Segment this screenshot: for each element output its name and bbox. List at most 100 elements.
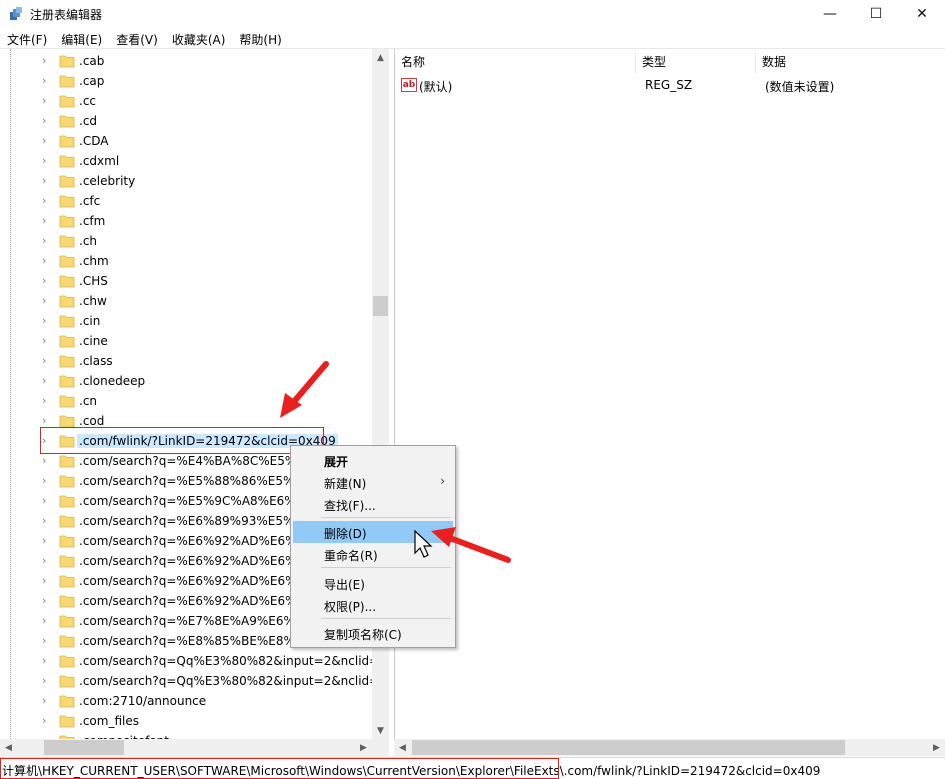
tree-item[interactable]: › .cfm (0, 211, 372, 231)
tree-item-label: .com/search?q=%E7%8E%A9%E6%E (79, 614, 303, 628)
scroll-right-arrow-icon[interactable]: ▶ (928, 739, 945, 756)
expand-chevron-icon[interactable]: › (42, 695, 52, 707)
column-header-data[interactable]: 数据 (755, 53, 945, 73)
expand-chevron-icon[interactable]: › (42, 215, 52, 227)
tree-item-label: .class (79, 354, 113, 368)
tree-vertical-scroll-thumb[interactable] (373, 296, 388, 316)
tree-item[interactable]: › .cin (0, 311, 372, 331)
column-header-name[interactable]: 名称 (395, 53, 635, 73)
expand-chevron-icon[interactable]: › (42, 615, 52, 627)
expand-chevron-icon[interactable]: › (42, 715, 52, 727)
menu-file[interactable]: 文件(F) (0, 29, 54, 49)
expand-chevron-icon[interactable]: › (42, 315, 52, 327)
tree-item-label: .com/search?q=%E6%89%93%E5%E (79, 514, 302, 528)
expand-chevron-icon[interactable]: › (42, 275, 52, 287)
minimize-button[interactable]: — (807, 0, 853, 28)
menu-edit[interactable]: 编辑(E) (54, 29, 109, 49)
expand-chevron-icon[interactable]: › (42, 415, 52, 427)
scroll-up-arrow-icon[interactable]: ▲ (372, 49, 389, 66)
expand-chevron-icon[interactable]: › (42, 355, 52, 367)
expand-chevron-icon[interactable]: › (42, 655, 52, 667)
folder-icon (59, 255, 75, 268)
tree-item[interactable]: › .cab (0, 51, 372, 71)
expand-chevron-icon[interactable]: › (42, 375, 52, 387)
expand-chevron-icon[interactable]: › (42, 475, 52, 487)
expand-chevron-icon[interactable]: › (42, 295, 52, 307)
maximize-button[interactable]: ☐ (853, 0, 899, 28)
folder-icon (59, 95, 75, 108)
folder-icon (59, 275, 75, 288)
expand-chevron-icon[interactable]: › (42, 635, 52, 647)
menu-view[interactable]: 查看(V) (109, 29, 165, 49)
tree-item[interactable]: › .class (0, 351, 372, 371)
expand-chevron-icon[interactable]: › (42, 195, 52, 207)
tree-item[interactable]: › .chw (0, 291, 372, 311)
tree-item[interactable]: › .cc (0, 91, 372, 111)
tree-item[interactable]: › .CDA (0, 131, 372, 151)
expand-chevron-icon[interactable]: › (42, 515, 52, 527)
scroll-left-arrow-icon[interactable]: ◀ (0, 739, 17, 756)
values-horizontal-scroll-thumb[interactable] (412, 740, 845, 755)
expand-chevron-icon[interactable]: › (42, 555, 52, 567)
value-row[interactable]: ab (默认) REG_SZ (数值未设置) (395, 76, 945, 96)
ctx-permissions[interactable]: 权限(P)... (293, 594, 453, 616)
expand-chevron-icon[interactable]: › (42, 395, 52, 407)
tree-item[interactable]: › .cdxml (0, 151, 372, 171)
scroll-left-arrow-icon[interactable]: ◀ (394, 739, 411, 756)
expand-chevron-icon[interactable]: › (42, 255, 52, 267)
folder-icon (59, 575, 75, 588)
tree-item[interactable]: › .com_files (0, 711, 372, 731)
tree-item[interactable]: › .chm (0, 251, 372, 271)
expand-chevron-icon[interactable]: › (42, 575, 52, 587)
tree-item[interactable]: › .celebrity (0, 171, 372, 191)
column-header-type[interactable]: 类型 (635, 53, 755, 73)
expand-chevron-icon[interactable]: › (42, 535, 52, 547)
ctx-new[interactable]: 新建(N) › (293, 471, 453, 493)
expand-chevron-icon[interactable]: › (42, 55, 52, 67)
expand-chevron-icon[interactable]: › (42, 455, 52, 467)
expand-chevron-icon[interactable]: › (42, 155, 52, 167)
tree-horizontal-scrollbar[interactable]: ◀ ▶ (0, 739, 372, 756)
expand-chevron-icon[interactable]: › (42, 335, 52, 347)
tree-item-label: .com/search?q=%E6%92%AD%E6% (79, 574, 297, 588)
expand-chevron-icon[interactable]: › (42, 75, 52, 87)
expand-chevron-icon[interactable]: › (42, 135, 52, 147)
tree-item-label: .cn (79, 394, 98, 408)
tree-item[interactable]: › .com:2710/announce (0, 691, 372, 711)
tree-item[interactable]: › .CHS (0, 271, 372, 291)
ctx-find[interactable]: 查找(F)... (293, 493, 453, 515)
tree-item[interactable]: › .cd (0, 111, 372, 131)
scroll-down-arrow-icon[interactable]: ▼ (372, 722, 389, 739)
tree-item[interactable]: › .cn (0, 391, 372, 411)
menu-help[interactable]: 帮助(H) (232, 29, 288, 49)
tree-item[interactable]: › .ch (0, 231, 372, 251)
tree-item-label: .com/search?q=%E5%9C%A8%E6%8 (79, 494, 304, 508)
tree-item[interactable]: › .clonedeep (0, 371, 372, 391)
expand-chevron-icon[interactable]: › (42, 175, 52, 187)
scroll-right-arrow-icon[interactable]: ▶ (355, 739, 372, 756)
status-path-highlight-box (0, 758, 559, 779)
values-horizontal-scrollbar[interactable]: ◀ ▶ (394, 739, 945, 756)
tree-item[interactable]: › .cine (0, 331, 372, 351)
expand-chevron-icon[interactable]: › (42, 675, 52, 687)
expand-chevron-icon[interactable]: › (42, 595, 52, 607)
close-button[interactable]: ✕ (899, 0, 945, 28)
expand-chevron-icon[interactable]: › (42, 495, 52, 507)
expand-chevron-icon[interactable]: › (42, 95, 52, 107)
tree-item[interactable]: › .cfc (0, 191, 372, 211)
folder-icon (59, 495, 75, 508)
ctx-export[interactable]: 导出(E) (293, 572, 453, 594)
folder-icon (59, 555, 75, 568)
ctx-expand[interactable]: 展开 (293, 449, 453, 471)
tree-item-label: .chm (79, 254, 109, 268)
folder-icon (59, 415, 75, 428)
ctx-copy-key-name[interactable]: 复制项名称(C) (293, 622, 453, 644)
tree-item-label: .com/search?q=%E6%92%AD%E6% (79, 554, 297, 568)
expand-chevron-icon[interactable]: › (42, 235, 52, 247)
tree-item[interactable]: › .com/search?q=Qq%E3%80%82&input=2&nclid… (0, 651, 387, 671)
tree-item[interactable]: › .com/search?q=Qq%E3%80%82&input=2&nclid… (0, 671, 387, 691)
tree-horizontal-scroll-thumb[interactable] (44, 740, 124, 755)
expand-chevron-icon[interactable]: › (42, 115, 52, 127)
tree-item[interactable]: › .cap (0, 71, 372, 91)
menu-favorites[interactable]: 收藏夹(A) (165, 29, 233, 49)
